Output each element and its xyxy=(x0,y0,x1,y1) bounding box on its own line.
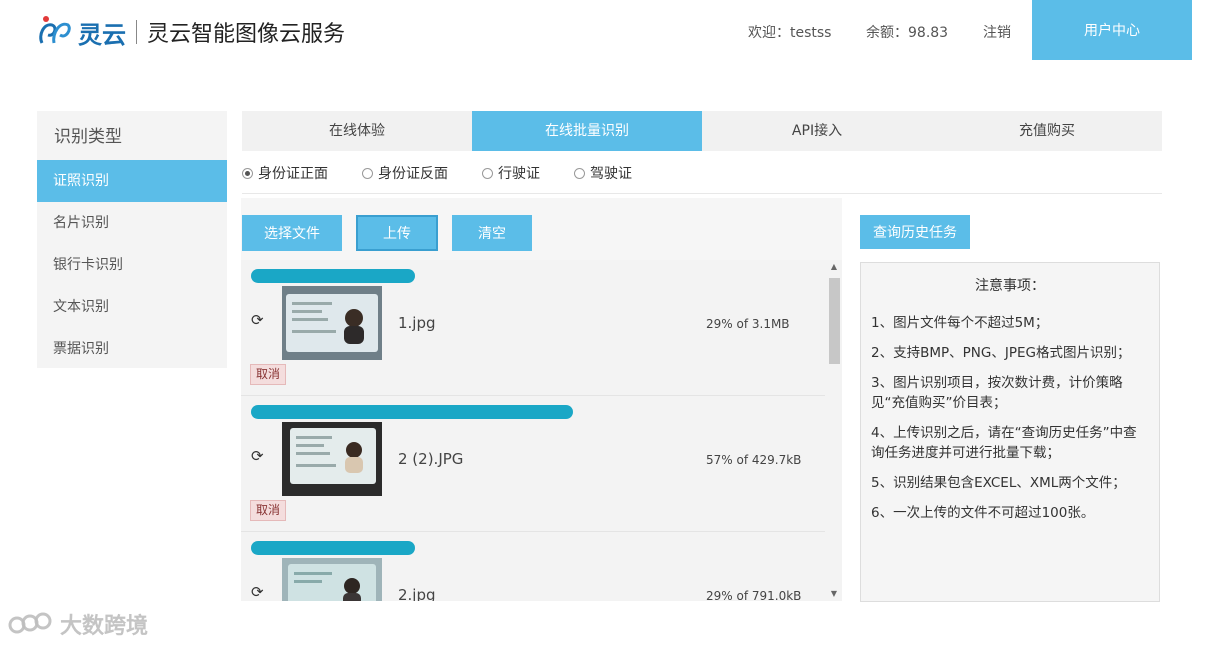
radio-vehicle-license[interactable]: 行驶证 xyxy=(482,163,540,183)
logo[interactable]: 灵云 灵云智能图像云服务 xyxy=(36,12,345,52)
sidebar-item-text-recognition[interactable]: 文本识别 xyxy=(37,286,227,328)
scroll-up-icon[interactable]: ▲ xyxy=(829,262,839,271)
logout-link[interactable]: 注销 xyxy=(983,22,1011,42)
refresh-icon: ⟳ xyxy=(251,583,264,601)
choose-file-button[interactable]: 选择文件 xyxy=(242,215,342,251)
tab-api[interactable]: API接入 xyxy=(702,111,932,151)
header: 灵云 灵云智能图像云服务 欢迎：testss 余额：98.83 注销 用户中心 xyxy=(0,0,1217,62)
file-list-scrollbar[interactable]: ▲ ▼ xyxy=(826,260,842,601)
watermark-logo-icon xyxy=(8,612,52,634)
lingyun-logo-icon xyxy=(39,16,71,44)
file-row: ⟳ 1.jpg 29% of 3.1MB 取消 xyxy=(241,260,825,396)
scroll-down-icon[interactable]: ▼ xyxy=(829,589,839,598)
id-card-thumbnail xyxy=(282,422,382,496)
sidebar-item-bill-recognition[interactable]: 票据识别 xyxy=(37,328,227,370)
divider xyxy=(242,193,1162,194)
notes-panel: 注意事项： 1、图片文件每个不超过5M； 2、支持BMP、PNG、JPEG格式图… xyxy=(860,262,1160,602)
file-name: 2 (2).JPG xyxy=(398,450,464,468)
clear-button[interactable]: 清空 xyxy=(452,215,532,251)
logo-separator xyxy=(136,20,137,44)
radio-id-front[interactable]: 身份证正面 xyxy=(242,163,328,183)
radio-label: 驾驶证 xyxy=(590,166,632,182)
radio-driver-license[interactable]: 驾驶证 xyxy=(574,163,632,183)
history-tasks-button[interactable]: 查询历史任务 xyxy=(860,215,970,249)
sidebar: 识别类型 证照识别 名片识别 银行卡识别 文本识别 票据识别 xyxy=(37,111,227,368)
user-center-button[interactable]: 用户中心 xyxy=(1032,0,1192,60)
id-card-thumbnail xyxy=(282,286,382,360)
site-title: 灵云智能图像云服务 xyxy=(147,22,346,47)
tab-recharge[interactable]: 充值购买 xyxy=(932,111,1162,151)
upload-progress-bar xyxy=(251,541,415,555)
radio-button[interactable] xyxy=(362,167,373,179)
scroll-thumb[interactable] xyxy=(829,278,840,364)
refresh-icon: ⟳ xyxy=(251,311,264,329)
brand-name: 灵云 xyxy=(78,20,126,49)
tab-bar: 在线体验 在线批量识别 API接入 充值购买 xyxy=(242,111,1162,151)
file-status: 29% of 3.1MB xyxy=(706,317,790,331)
sidebar-item-card-recognition[interactable]: 名片识别 xyxy=(37,202,227,244)
tab-online-trial[interactable]: 在线体验 xyxy=(242,111,472,151)
radio-button[interactable] xyxy=(482,167,493,179)
note-item: 5、识别结果包含EXCEL、XML两个文件； xyxy=(871,475,1126,491)
balance-text: 余额：98.83 xyxy=(866,25,949,41)
radio-id-back[interactable]: 身份证反面 xyxy=(362,163,448,183)
upload-progress-bar xyxy=(251,405,573,419)
file-list: ⟳ 1.jpg 29% of 3.1MB 取消 ⟳ 2 (2).JPG 57% … xyxy=(241,260,842,601)
upload-panel: 选择文件 上传 清空 ⟳ 1.jpg 29% of 3.1MB 取消 ⟳ 2 (… xyxy=(241,198,842,601)
notes-title: 注意事项： xyxy=(975,278,1045,294)
note-item: 4、上传识别之后，请在“查询历史任务”中查询任务进度并可进行批量下载； xyxy=(871,425,1137,461)
note-item: 3、图片识别项目，按次数计费，计价策略见“充值购买”价目表； xyxy=(871,375,1123,411)
radio-label: 身份证正面 xyxy=(258,166,328,182)
sidebar-title: 识别类型 xyxy=(54,127,122,147)
radio-button[interactable] xyxy=(242,167,253,179)
cancel-button[interactable]: 取消 xyxy=(250,364,286,385)
radio-label: 行驶证 xyxy=(498,166,540,182)
watermark-text: 大数跨境 xyxy=(60,614,149,639)
upload-button[interactable]: 上传 xyxy=(356,215,438,251)
file-status: 29% of 791.0kB xyxy=(706,589,802,601)
radio-button[interactable] xyxy=(574,167,585,179)
radio-label: 身份证反面 xyxy=(378,166,448,182)
upload-progress-bar xyxy=(251,269,415,283)
id-card-thumbnail xyxy=(282,558,382,601)
tab-batch-recognition[interactable]: 在线批量识别 xyxy=(472,111,702,151)
sidebar-item-bankcard-recognition[interactable]: 银行卡识别 xyxy=(37,244,227,286)
note-item: 6、一次上传的文件不可超过100张。 xyxy=(871,505,1095,521)
doc-type-radio-group: 身份证正面 身份证反面 行驶证 驾驶证 xyxy=(242,163,666,183)
cancel-button[interactable]: 取消 xyxy=(250,500,286,521)
file-status: 57% of 429.7kB xyxy=(706,453,802,467)
file-name: 2.jpg xyxy=(398,586,436,601)
watermark: 大数跨境 xyxy=(8,608,148,640)
file-name: 1.jpg xyxy=(398,314,436,332)
welcome-text: 欢迎：testss xyxy=(748,25,832,41)
note-item: 2、支持BMP、PNG、JPEG格式图片识别； xyxy=(871,345,1131,361)
sidebar-item-id-recognition[interactable]: 证照识别 xyxy=(37,160,227,202)
note-item: 1、图片文件每个不超过5M； xyxy=(871,315,1049,331)
file-row: ⟳ 2.jpg 29% of 791.0kB 取消 xyxy=(241,532,825,601)
refresh-icon: ⟳ xyxy=(251,447,264,465)
file-row: ⟳ 2 (2).JPG 57% of 429.7kB 取消 xyxy=(241,396,825,532)
